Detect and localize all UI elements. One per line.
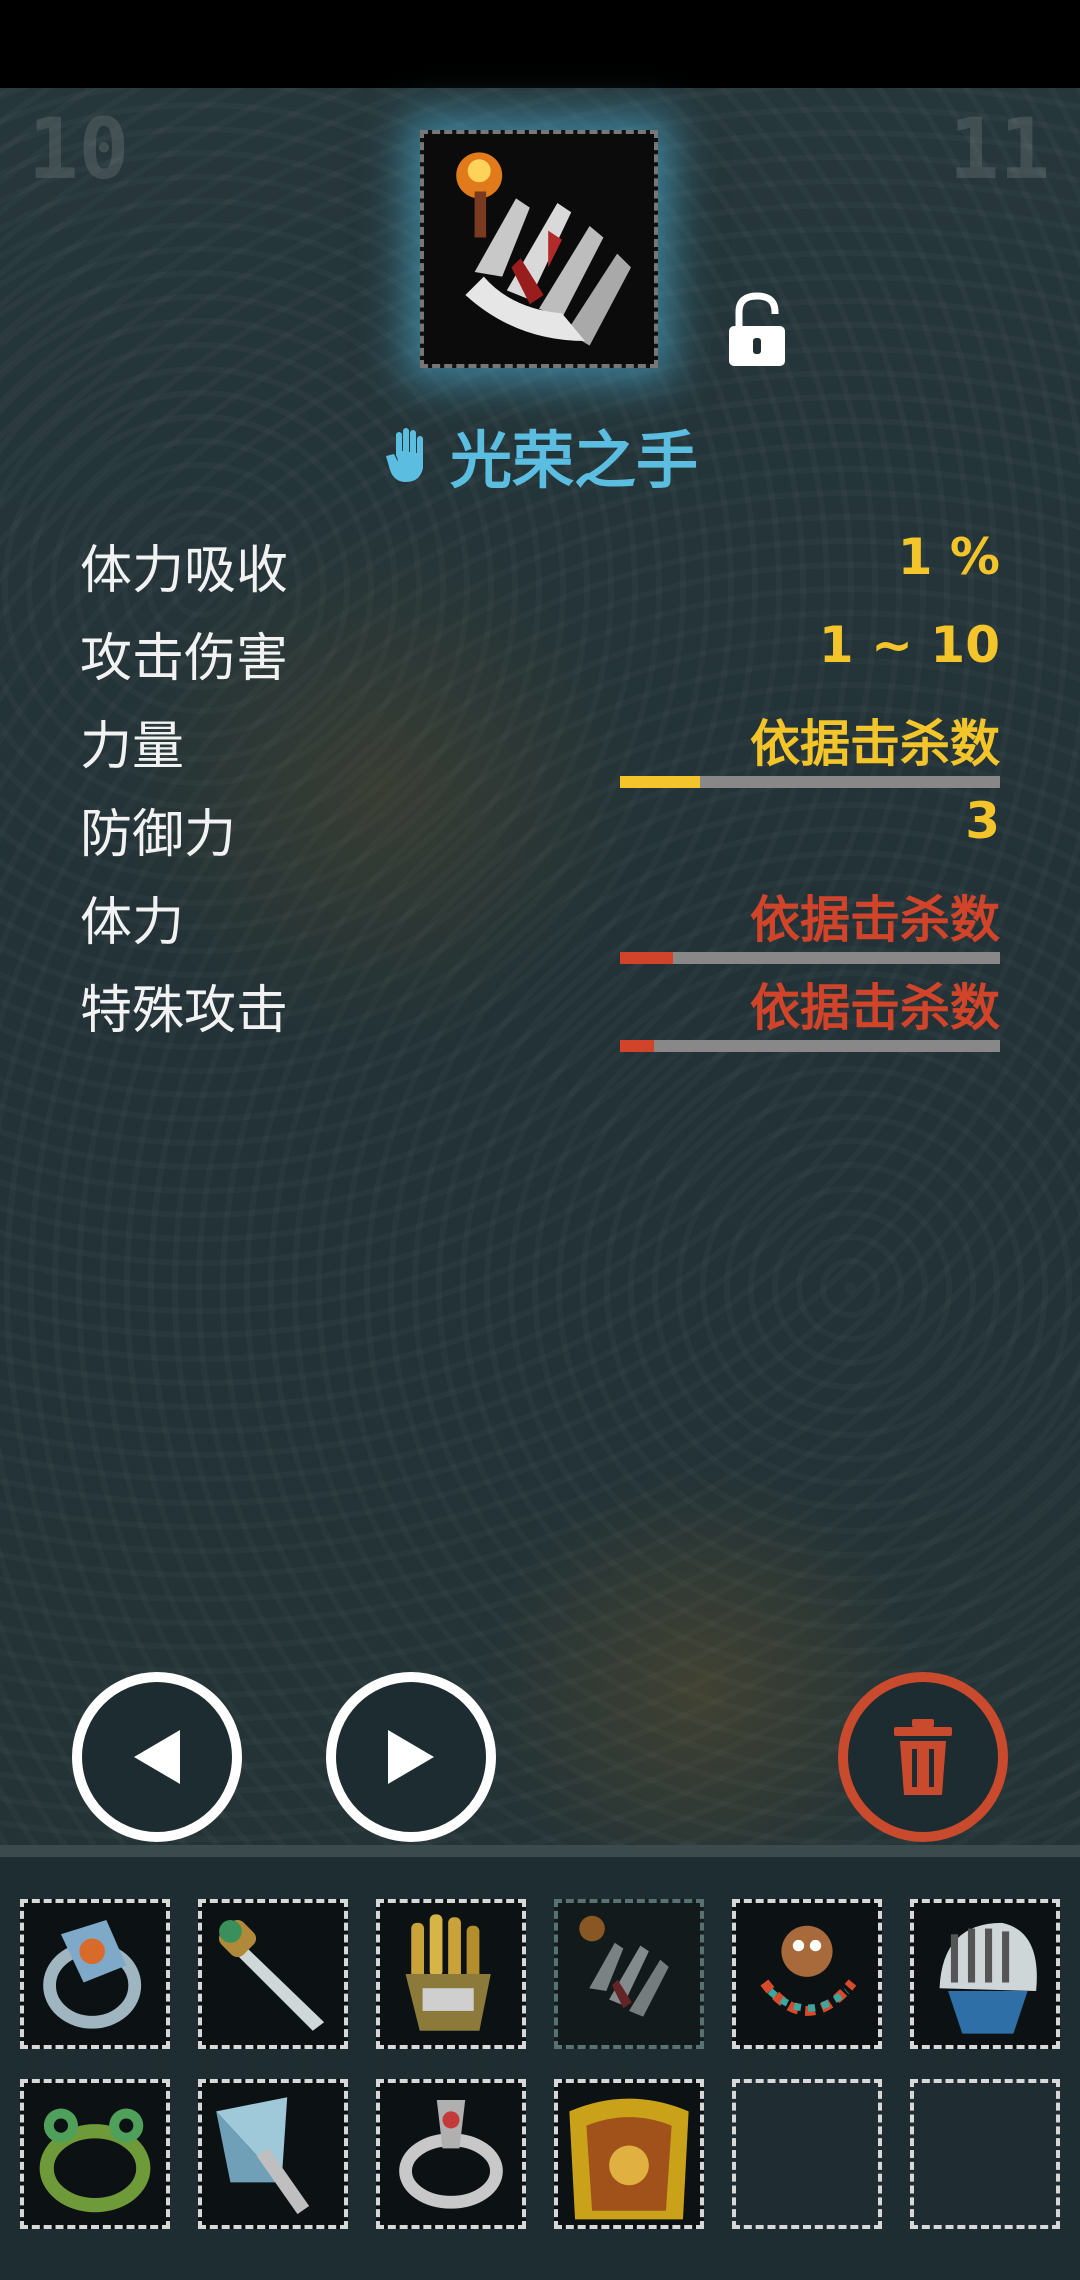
inventory-slot[interactable] — [20, 2079, 170, 2229]
delete-item-button[interactable] — [838, 1672, 1008, 1842]
inventory-slot-selected[interactable] — [554, 1899, 704, 2049]
stat-label: 力量 — [80, 717, 185, 777]
inventory-slot[interactable] — [376, 1899, 526, 2049]
inventory-slot-empty[interactable] — [910, 2079, 1060, 2229]
hand-of-glory-icon — [424, 134, 654, 364]
stat-label: 防御力 — [80, 805, 237, 865]
next-item-button[interactable] — [326, 1672, 496, 1842]
stat-row: 力量 依据击杀数 — [80, 696, 1000, 788]
ring-icon — [24, 1903, 166, 2045]
item-name: 光荣之手 — [449, 424, 698, 497]
inventory-slot[interactable] — [554, 2079, 704, 2229]
previous-arrow-icon — [134, 1730, 180, 1784]
previous-item-button[interactable] — [72, 1672, 242, 1842]
stat-row: 体力吸收 1 % — [80, 520, 1000, 608]
trash-icon — [894, 1719, 952, 1795]
unlocked-padlock-icon[interactable] — [725, 290, 791, 370]
inventory-slot-empty[interactable] — [732, 2079, 882, 2229]
stat-progress-bar — [620, 1040, 1000, 1052]
inventory-divider — [0, 1845, 1080, 1857]
stat-label: 攻击伤害 — [80, 629, 289, 689]
stat-label: 体力吸收 — [80, 541, 289, 601]
stats-list: 体力吸收 1 % 攻击伤害 1 ~ 10 力量 依据击杀数 防御力 3 体力 依… — [80, 520, 1000, 1052]
stat-value: 依据击杀数 — [750, 891, 1000, 949]
stat-value: 1 % — [897, 528, 1000, 586]
corner-number-left: 10 — [28, 100, 130, 198]
silver-ring-icon — [380, 2083, 522, 2225]
fan-axe-icon — [202, 2083, 344, 2225]
inventory-slot[interactable] — [732, 1899, 882, 2049]
hand-of-glory-icon — [558, 1903, 700, 2045]
stat-value: 依据击杀数 — [750, 979, 1000, 1037]
inventory-slot[interactable] — [376, 2079, 526, 2229]
inventory-panel — [0, 1857, 1080, 2280]
stat-label: 特殊攻击 — [80, 981, 289, 1041]
stat-row: 特殊攻击 依据击杀数 — [80, 960, 1000, 1052]
golden-armor-icon — [558, 2083, 700, 2225]
stat-label: 体力 — [80, 893, 185, 953]
stat-value: 依据击杀数 — [750, 715, 1000, 773]
dagger-icon — [202, 1903, 344, 2045]
golden-gauntlet-icon — [380, 1903, 522, 2045]
inventory-slot[interactable] — [198, 2079, 348, 2229]
inventory-slot[interactable] — [198, 1899, 348, 2049]
stat-progress-fill — [620, 1040, 655, 1052]
inventory-slot[interactable] — [20, 1899, 170, 2049]
stat-row: 防御力 3 — [80, 784, 1000, 872]
status-bar — [0, 0, 1080, 88]
item-title-row: 光荣之手 — [0, 410, 1080, 500]
next-arrow-icon — [388, 1730, 434, 1784]
corner-number-right: 11 — [948, 100, 1050, 198]
stat-row: 体力 依据击杀数 — [80, 872, 1000, 964]
jade-ring-icon — [24, 2083, 166, 2225]
stat-value: 1 ~ 10 — [818, 616, 1000, 674]
stat-row: 攻击伤害 1 ~ 10 — [80, 608, 1000, 696]
inventory-slot[interactable] — [910, 1899, 1060, 2049]
bead-necklace-icon — [736, 1903, 878, 2045]
stat-value: 3 — [965, 792, 1000, 850]
item-preview — [420, 130, 658, 368]
helmet-icon — [914, 1903, 1056, 2045]
hand-icon — [385, 428, 423, 482]
